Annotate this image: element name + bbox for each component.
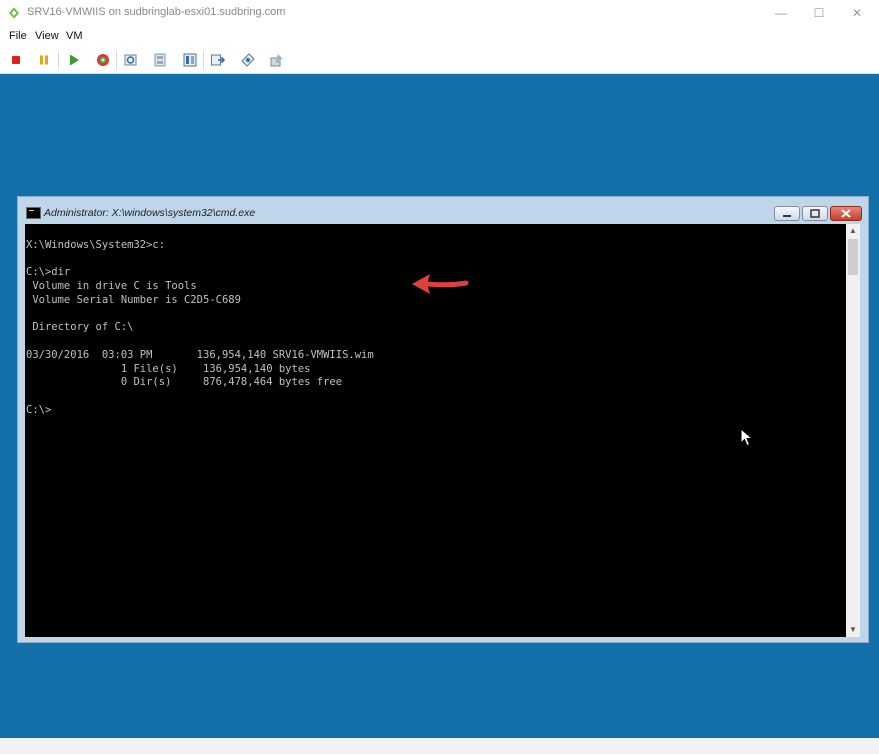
play-icon[interactable] — [64, 50, 84, 70]
cmd-icon — [26, 207, 41, 219]
window-titlebar: SRV16-VMWIIS on sudbringlab-esxi01.sudbr… — [0, 0, 879, 26]
scroll-up-icon[interactable]: ▲ — [846, 224, 860, 238]
reset-icon[interactable] — [93, 50, 113, 70]
window-title: SRV16-VMWIIS on sudbringlab-esxi01.sudbr… — [27, 6, 286, 18]
menu-vm[interactable]: VM — [66, 30, 83, 42]
terminal-scrollbar[interactable]: ▲ ▼ — [846, 224, 860, 637]
terminal-line: Volume Serial Number is C2D5-C689 — [26, 294, 241, 306]
terminal-line: X:\Windows\System32>c: — [26, 239, 166, 251]
terminal-line: Directory of C:\ — [26, 321, 134, 333]
vm-console[interactable]: Administrator: X:\windows\system32\cmd.e… — [0, 74, 879, 738]
terminal-line: 0 Dir(s) 876,478,464 bytes free — [26, 376, 343, 388]
terminal-prompt: C:\> — [26, 404, 52, 416]
snapshot-icon[interactable] — [121, 50, 141, 70]
vmware-app-icon — [9, 7, 19, 19]
annotation-arrow-icon — [412, 274, 469, 294]
mouse-cursor-icon — [740, 428, 754, 447]
scroll-down-icon[interactable]: ▼ — [846, 623, 860, 637]
status-bar — [0, 738, 879, 754]
manage-snapshots-icon[interactable] — [180, 50, 200, 70]
cmd-minimize-button[interactable] — [774, 206, 800, 221]
revert-snapshot-icon[interactable] — [150, 50, 170, 70]
menu-bar: File View VM — [0, 26, 879, 46]
menu-file[interactable]: File — [9, 30, 27, 42]
menu-view[interactable]: View — [35, 30, 59, 42]
pause-icon[interactable] — [34, 50, 54, 70]
cmd-title: Administrator: X:\windows\system32\cmd.e… — [44, 207, 256, 219]
cmd-window[interactable]: Administrator: X:\windows\system32\cmd.e… — [17, 196, 869, 643]
close-button[interactable]: ✕ — [840, 2, 874, 24]
minimize-button[interactable]: — — [764, 2, 798, 24]
send-ctrl-alt-del-icon[interactable] — [208, 50, 228, 70]
toolbar — [0, 46, 879, 74]
scroll-thumb[interactable] — [848, 239, 858, 275]
cmd-close-button[interactable] — [830, 206, 862, 221]
terminal-line: Volume in drive C is Tools — [26, 280, 197, 292]
cmd-titlebar: Administrator: X:\windows\system32\cmd.e… — [22, 202, 864, 224]
terminal-line-wim-file: 03/30/2016 03:03 PM 136,954,140 SRV16-VM… — [26, 349, 374, 361]
terminal-line: C:\>dir — [26, 266, 71, 278]
maximize-button[interactable]: ☐ — [802, 2, 836, 24]
cmd-maximize-button[interactable] — [802, 206, 828, 221]
stop-icon[interactable] — [6, 50, 26, 70]
install-tools-icon[interactable] — [267, 50, 287, 70]
settings-icon[interactable] — [238, 50, 258, 70]
terminal-line: 1 File(s) 136,954,140 bytes — [26, 363, 311, 375]
